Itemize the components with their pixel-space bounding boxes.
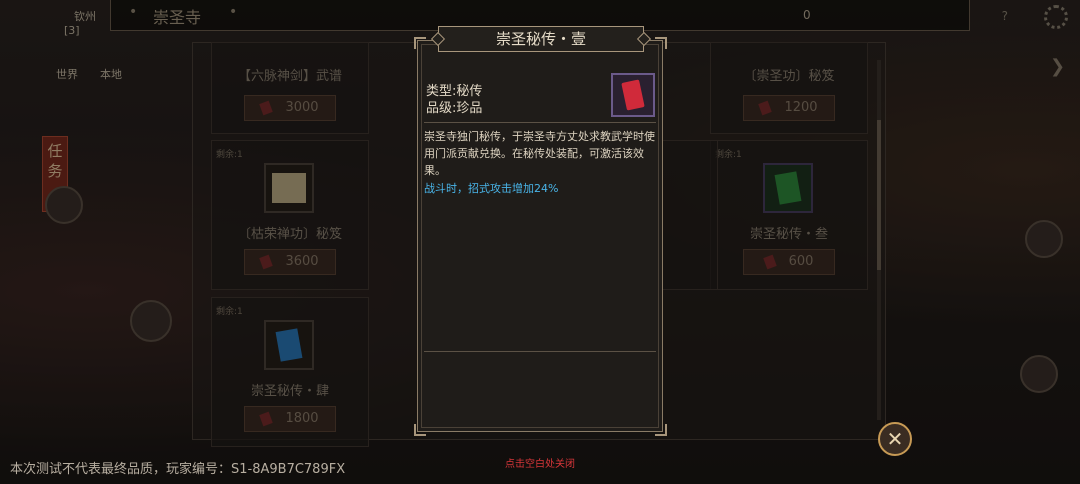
corner-ornament bbox=[414, 424, 426, 436]
red-talisman-icon bbox=[611, 73, 655, 117]
corner-ornament bbox=[414, 37, 426, 49]
corner-ornament bbox=[655, 424, 667, 436]
item-effect: 战斗时，招式攻击增加24% bbox=[424, 182, 559, 195]
item-description: 崇圣寺独门秘传，于崇圣寺方丈处求教武学时使用门派贡献兑换。在秘传处装配，可激活该… bbox=[424, 130, 655, 177]
popup-title: 崇圣秘传・壹 bbox=[430, 26, 652, 52]
item-grade: 品级:珍品 bbox=[426, 101, 483, 116]
divider bbox=[424, 351, 656, 352]
test-watermark: 本次测试不代表最终品质，玩家编号：S1-8A9B7C789FX bbox=[10, 462, 346, 477]
corner-ornament bbox=[655, 37, 667, 49]
divider bbox=[424, 122, 656, 123]
close-icon[interactable]: ✕ bbox=[878, 422, 912, 456]
